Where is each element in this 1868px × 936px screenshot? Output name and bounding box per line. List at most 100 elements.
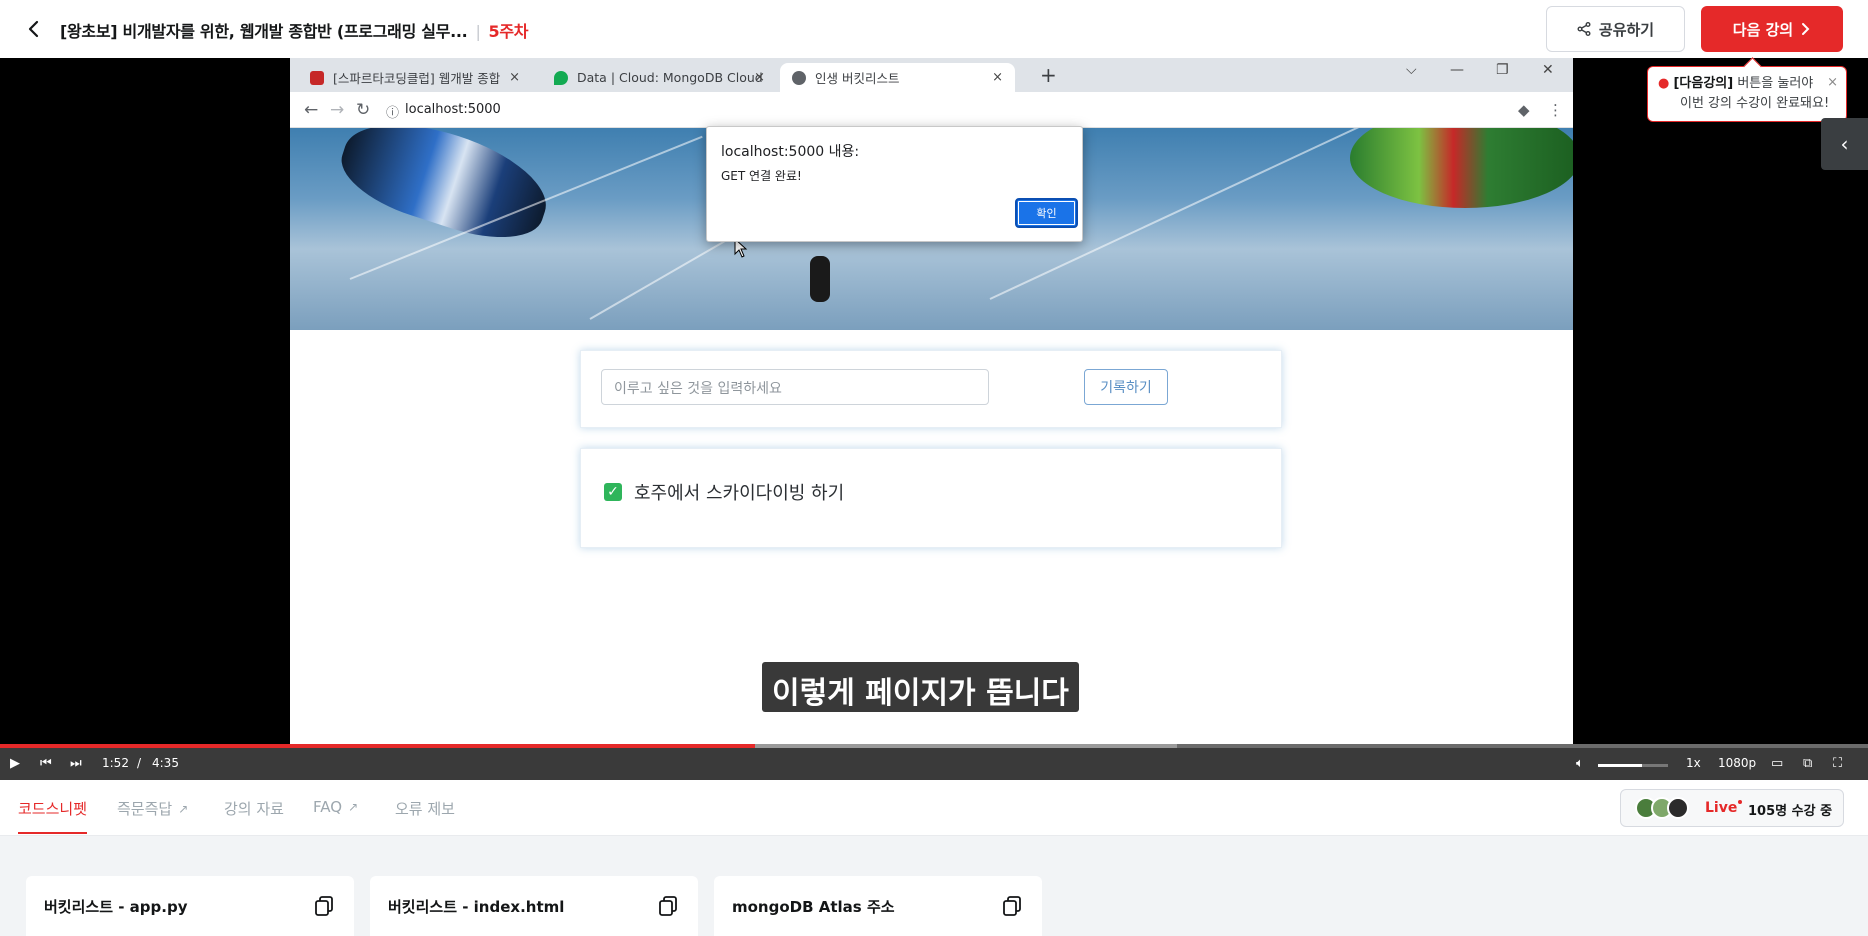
snippet-card[interactable]: 버킷리스트 - index.html <box>370 876 698 936</box>
speed-button[interactable]: 1x <box>1686 756 1701 770</box>
back-arrow-icon[interactable] <box>22 17 46 41</box>
quality-button[interactable]: 1080p <box>1718 756 1756 770</box>
reload-icon[interactable]: ↻ <box>356 100 370 120</box>
browser-tab-label: 인생 버킷리스트 <box>815 71 900 86</box>
progress-bar[interactable] <box>0 744 1868 748</box>
browser-tab-label: Data | Cloud: MongoDB Cloud <box>577 70 763 85</box>
alert-dialog: localhost:5000 내용: GET 연결 완료! 확인 <box>706 126 1083 242</box>
copy-icon[interactable] <box>314 895 334 917</box>
tab-label: FAQ <box>313 798 343 816</box>
snippet-title: 버킷리스트 - index.html <box>388 898 565 916</box>
parachute-graphic <box>1350 128 1573 208</box>
check-circle-icon: ● <box>1658 76 1670 91</box>
parachute-graphic <box>331 128 559 255</box>
top-bar: [왕초보] 비개발자를 위한, 웹개발 종합반 (프로그래밍 실무... | 5주차… <box>0 0 1868 58</box>
next-lecture-label: 다음 강의 <box>1732 20 1794 39</box>
volume-level <box>1598 764 1642 767</box>
browser-tab-strip: [스파르타코딩클럽] 웹개발 종합 × Data | Cloud: MongoD… <box>290 58 1573 92</box>
info-icon: ⓘ <box>386 106 400 121</box>
picture-in-picture-icon[interactable]: ⧉ <box>1803 756 1812 771</box>
live-viewers-badge: Live 105명 수강 중 <box>1620 789 1844 827</box>
tab-qna[interactable]: 즉문즉답 ↗ <box>117 798 188 819</box>
fullscreen-icon[interactable]: ⛶ <box>1833 756 1842 771</box>
captions-icon[interactable]: ▭ <box>1771 756 1783 771</box>
mongodb-leaf-icon <box>554 70 568 85</box>
minimize-icon[interactable]: — <box>1450 62 1464 78</box>
alert-ok-button[interactable]: 확인 <box>1015 198 1078 228</box>
tab-label: 강의 자료 <box>224 800 284 818</box>
globe-icon <box>792 70 806 85</box>
live-count: 105명 수강 중 <box>1748 804 1833 819</box>
skydiver-graphic <box>810 256 830 302</box>
next-lecture-toast: ● [다음강의] 버튼을 눌러야 이번 강의 수강이 완료돼요! × <box>1647 66 1847 122</box>
alert-title: localhost:5000 내용: <box>721 144 860 160</box>
lecture-bottom-panel: 코드스니펫 즉문즉답 ↗ 강의 자료 FAQ ↗ 오류 제보 Live 105명 수… <box>0 780 1868 936</box>
sidebar-toggle-chevron-left-icon[interactable]: ‹ <box>1821 118 1868 170</box>
restore-icon[interactable]: ❐ <box>1496 62 1509 78</box>
close-tab-icon[interactable]: × <box>754 70 765 85</box>
next-lecture-button[interactable]: 다음 강의 <box>1701 6 1843 52</box>
live-label: Live <box>1705 800 1738 816</box>
chevron-right-icon <box>1802 23 1810 35</box>
tab-search-icon[interactable]: ⌵ <box>1406 62 1417 78</box>
video-player[interactable]: [스파르타코딩클럽] 웹개발 종합 × Data | Cloud: MongoD… <box>0 58 1868 780</box>
url-field[interactable]: localhost:5000 <box>405 102 501 117</box>
copy-icon[interactable] <box>658 895 678 917</box>
current-time: 1:52 <box>102 756 129 770</box>
external-link-icon: ↗ <box>348 800 359 814</box>
tab-label: 즉문즉답 <box>117 800 173 818</box>
previous-icon[interactable]: ⏮ <box>40 756 52 771</box>
browser-tab-bucketlist[interactable]: 인생 버킷리스트 × <box>780 63 1015 92</box>
tab-materials[interactable]: 강의 자료 <box>224 798 284 819</box>
duration: 4:35 <box>152 756 179 770</box>
copy-icon[interactable] <box>1002 895 1022 917</box>
volume-icon[interactable]: 🔈︎ <box>1576 756 1584 771</box>
course-title-text: [왕초보] 비개발자를 위한, 웹개발 종합반 (프로그래밍 실무... <box>60 22 468 41</box>
tab-faq[interactable]: FAQ ↗ <box>313 798 358 816</box>
window-close-icon[interactable]: ✕ <box>1542 62 1554 78</box>
bucket-input[interactable]: 이루고 싶은 것을 입력하세요 <box>601 369 989 405</box>
book-icon <box>310 70 324 85</box>
snippet-card[interactable]: mongoDB Atlas 주소 <box>714 876 1042 936</box>
time-separator: / <box>137 756 142 770</box>
browser-tab-sparta[interactable]: [스파르타코딩클럽] 웹개발 종합 × <box>298 63 532 92</box>
bucket-item: 호주에서 스카이다이빙 하기 <box>634 483 845 504</box>
played-bar <box>0 744 756 748</box>
tab-code-snippets[interactable]: 코드스니펫 <box>18 798 88 834</box>
checkbox-checked-icon[interactable]: ✓ <box>604 483 622 501</box>
viewer-avatars <box>1635 797 1689 819</box>
snippet-title: 버킷리스트 - app.py <box>44 898 188 916</box>
toast-close-icon[interactable]: × <box>1827 73 1838 93</box>
extension-icon[interactable]: ◆ <box>1518 101 1530 119</box>
course-title: [왕초보] 비개발자를 위한, 웹개발 종합반 (프로그래밍 실무... | 5주차 <box>60 18 529 42</box>
alert-message: GET 연결 완료! <box>721 169 802 183</box>
input-card: 이루고 싶은 것을 입력하세요 기록하기 <box>580 350 1282 428</box>
browser-back-icon[interactable]: ← <box>304 100 318 120</box>
browser-tab-mongodb[interactable]: Data | Cloud: MongoDB Cloud × <box>542 63 777 92</box>
snippet-card[interactable]: 버킷리스트 - app.py <box>26 876 354 936</box>
bucket-list-card: ✓ 호주에서 스카이다이빙 하기 <box>580 448 1282 548</box>
share-button[interactable]: 공유하기 <box>1546 6 1685 52</box>
avatar <box>1667 797 1689 819</box>
play-icon[interactable]: ▶ <box>10 756 20 771</box>
share-label: 공유하기 <box>1598 20 1655 39</box>
close-tab-icon[interactable]: × <box>992 70 1003 85</box>
title-separator: | <box>475 22 481 41</box>
next-icon[interactable]: ⏭ <box>70 756 82 771</box>
new-tab-icon[interactable]: + <box>1040 63 1057 87</box>
volume-slider[interactable] <box>1598 764 1668 767</box>
address-bar: ← → ↻ ⓘ localhost:5000 ◆ ⋮ <box>290 92 1573 128</box>
share-icon <box>1577 22 1591 36</box>
browser-tab-label: [스파르타코딩클럽] 웹개발 종합 <box>333 71 501 86</box>
tab-report-error[interactable]: 오류 제보 <box>395 798 455 819</box>
menu-dots-icon[interactable]: ⋮ <box>1548 101 1563 119</box>
tab-label: 코드스니펫 <box>18 800 88 818</box>
external-link-icon: ↗ <box>178 801 189 816</box>
bottom-tabs: 코드스니펫 즉문즉답 ↗ 강의 자료 FAQ ↗ 오류 제보 Live 105명 수… <box>0 780 1868 836</box>
close-tab-icon[interactable]: × <box>509 70 520 85</box>
snippet-title: mongoDB Atlas 주소 <box>732 898 895 916</box>
toast-line2: 이번 강의 수강이 완료돼요! <box>1680 96 1830 111</box>
record-button[interactable]: 기록하기 <box>1084 369 1168 405</box>
browser-forward-icon[interactable]: → <box>330 100 344 120</box>
tab-label: 오류 제보 <box>395 800 455 818</box>
